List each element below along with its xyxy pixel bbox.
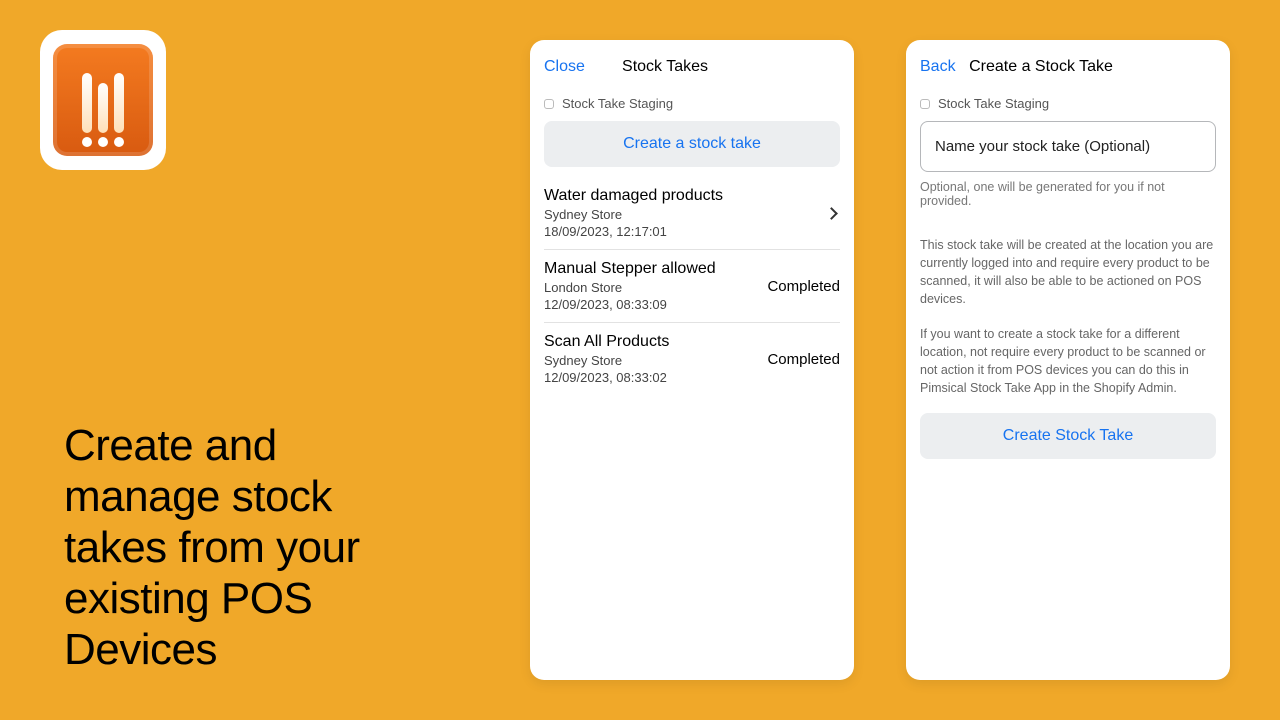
info-paragraph-2: If you want to create a stock take for a… [920,325,1216,398]
stock-take-row[interactable]: Manual Stepper allowed London Store 12/0… [544,250,840,323]
staging-indicator: Stock Take Staging [920,96,1216,111]
stock-take-row[interactable]: Scan All Products Sydney Store 12/09/202… [544,323,840,395]
create-stock-take-button[interactable]: Create a stock take [544,121,840,167]
close-button[interactable]: Close [544,58,598,76]
staging-indicator: Stock Take Staging [544,96,840,111]
stock-take-name-input[interactable] [920,121,1216,172]
app-logo-inner [53,44,153,156]
stock-take-timestamp: 12/09/2023, 08:33:02 [544,370,669,385]
stock-take-store: Sydney Store [544,353,669,368]
stock-take-name: Scan All Products [544,333,669,351]
staging-icon [544,99,554,109]
stock-take-store: London Store [544,280,716,295]
app-logo [40,30,166,170]
staging-label: Stock Take Staging [562,96,673,111]
name-hint: Optional, one will be generated for you … [920,180,1216,208]
marketing-headline: Create and manage stock takes from your … [64,420,414,675]
stock-take-name: Water damaged products [544,187,723,205]
stock-take-timestamp: 12/09/2023, 08:33:09 [544,297,716,312]
staging-icon [920,99,930,109]
screen-header: Close Stock Takes [544,54,840,80]
info-paragraph-1: This stock take will be created at the l… [920,236,1216,309]
stock-take-name: Manual Stepper allowed [544,260,716,278]
stock-take-status: Completed [767,278,840,295]
staging-label: Stock Take Staging [938,96,1049,111]
back-button[interactable]: Back [920,58,974,76]
chevron-right-icon [825,207,838,220]
stock-take-timestamp: 18/09/2023, 12:17:01 [544,224,723,239]
stock-take-store: Sydney Store [544,207,723,222]
stock-takes-screen: Close Stock Takes Stock Take Staging Cre… [530,40,854,680]
screen-header: Back Create a Stock Take [920,54,1216,80]
submit-create-stock-take-button[interactable]: Create Stock Take [920,413,1216,459]
stock-take-row[interactable]: Water damaged products Sydney Store 18/0… [544,177,840,250]
stock-take-status: Completed [767,351,840,368]
create-stock-take-screen: Back Create a Stock Take Stock Take Stag… [906,40,1230,680]
